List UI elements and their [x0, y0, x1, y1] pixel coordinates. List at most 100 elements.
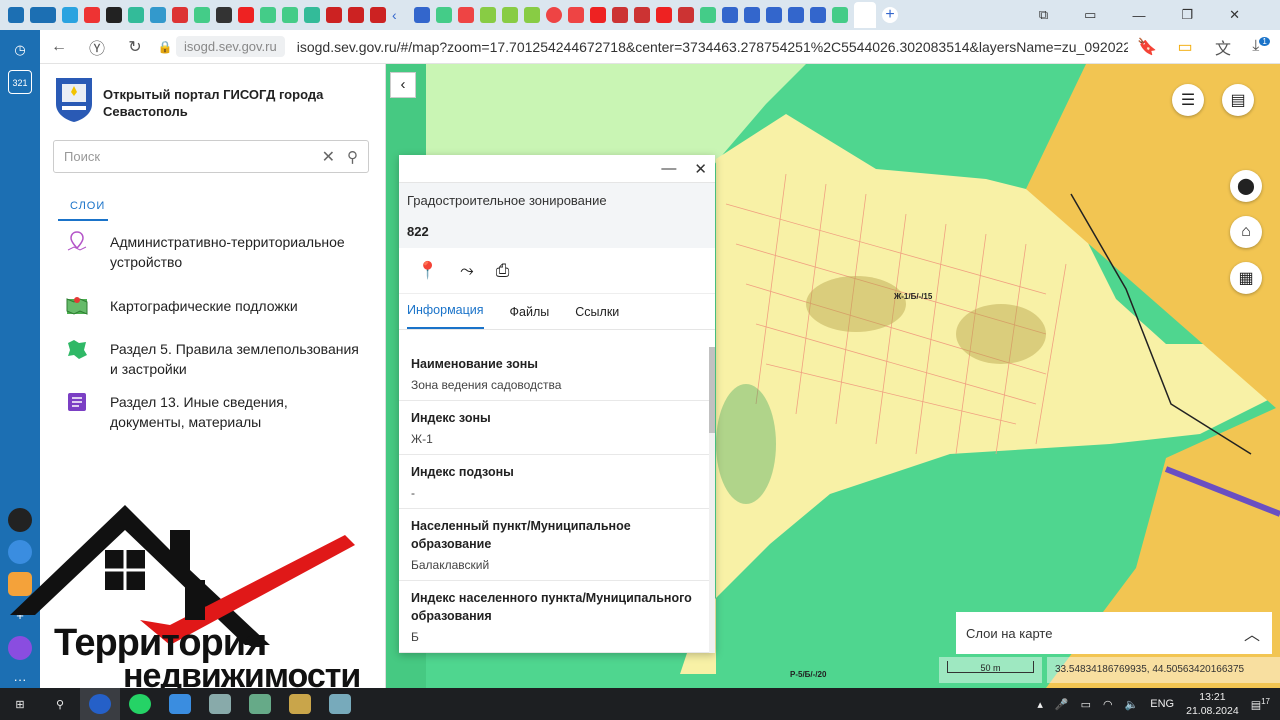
start-button[interactable]: ⊞: [0, 688, 40, 720]
tab-favicon[interactable]: [150, 7, 166, 23]
route-icon[interactable]: ⤳: [460, 261, 474, 281]
bookmark-icon[interactable]: 🔖: [1128, 37, 1166, 57]
tab-favicon[interactable]: [436, 7, 452, 23]
sidebar-badge[interactable]: 321: [8, 70, 32, 94]
reload-icon[interactable]: ↻: [116, 37, 154, 57]
chevron-left-icon[interactable]: ‹: [392, 7, 408, 23]
notifications-icon[interactable]: ▭: [1084, 7, 1096, 23]
location-button[interactable]: ⬤: [1230, 170, 1262, 202]
messenger-icon[interactable]: [8, 540, 32, 564]
tab-favicon[interactable]: [62, 7, 78, 23]
tab-favicon[interactable]: [106, 7, 122, 23]
tab-favicon[interactable]: [502, 7, 518, 23]
tab-favicon[interactable]: [128, 7, 144, 23]
restore-button[interactable]: ❐: [1181, 7, 1193, 23]
scrollbar-thumb[interactable]: [709, 347, 715, 433]
scrollbar[interactable]: [709, 347, 715, 653]
locate-feature-icon[interactable]: 📍: [417, 261, 438, 281]
notification-center-icon[interactable]: ▤17: [1251, 697, 1270, 712]
tab-favicon[interactable]: [216, 7, 232, 23]
new-tab-button[interactable]: +: [882, 7, 898, 23]
yandex-icon[interactable]: Ⓨ: [78, 35, 116, 59]
alice-icon[interactable]: [8, 636, 32, 660]
taskbar-app[interactable]: [320, 688, 360, 720]
tab-files[interactable]: Файлы: [510, 305, 550, 319]
search-button[interactable]: ⚲: [40, 688, 80, 720]
basemap-button[interactable]: ▦: [1230, 262, 1262, 294]
tab-favicon[interactable]: [304, 7, 320, 23]
tab-favicon[interactable]: [194, 7, 210, 23]
search-input[interactable]: Поиск ✕ ⚲: [53, 140, 369, 173]
tab-information[interactable]: Информация: [407, 294, 484, 329]
download-icon[interactable]: ⤓ 1: [1242, 37, 1280, 55]
battery-icon[interactable]: ▭: [1081, 698, 1091, 711]
tab-favicon[interactable]: [810, 7, 826, 23]
tab-favicon[interactable]: [546, 7, 562, 23]
site-chip[interactable]: isogd.sev.gov.ru: [176, 36, 285, 57]
translate-icon[interactable]: 文: [1204, 35, 1242, 59]
tab-favicon[interactable]: [766, 7, 782, 23]
tab-favicon[interactable]: [480, 7, 496, 23]
app-icon[interactable]: [8, 508, 32, 532]
history-icon[interactable]: ◷: [8, 38, 32, 62]
tab-manager-icon[interactable]: ⧉: [1039, 7, 1048, 23]
tab-favicon[interactable]: [414, 7, 430, 23]
tab-favicon[interactable]: [700, 7, 716, 23]
tab-favicon[interactable]: [656, 7, 672, 23]
chevron-up-icon[interactable]: ︿: [1244, 621, 1260, 645]
tab-favicon[interactable]: [788, 7, 804, 23]
active-tab[interactable]: [854, 2, 876, 28]
collapse-panel-button[interactable]: ‹: [390, 72, 416, 98]
tab-favicon[interactable]: [678, 7, 694, 23]
minimize-button[interactable]: —: [1132, 8, 1145, 23]
home-button[interactable]: ⌂: [1230, 216, 1262, 248]
print-icon[interactable]: ⎙: [496, 261, 510, 281]
layer-item-other-docs[interactable]: Раздел 13. Иные сведения, документы, мат…: [64, 392, 360, 432]
search-icon[interactable]: ⚲: [347, 148, 358, 166]
tab-layers[interactable]: СЛОИ: [70, 200, 105, 212]
alice-icon[interactable]: [8, 7, 24, 23]
layer-item-zoning-rules[interactable]: Раздел 5. Правила землепользования и зас…: [64, 339, 360, 379]
tab-favicon[interactable]: [326, 7, 342, 23]
tab-favicon[interactable]: [744, 7, 760, 23]
taskbar-yandex-browser[interactable]: [80, 688, 120, 720]
tabs-button[interactable]: [30, 7, 56, 23]
map-layers-panel[interactable]: Слои на карте ︿: [956, 612, 1272, 654]
tab-links[interactable]: Ссылки: [575, 305, 619, 319]
taskbar-app[interactable]: [160, 688, 200, 720]
clock[interactable]: 13:21 21.08.2024: [1186, 690, 1239, 718]
tray-expand-icon[interactable]: ▴: [1037, 698, 1043, 711]
tab-favicon[interactable]: [260, 7, 276, 23]
close-popup-button[interactable]: ✕: [694, 160, 707, 178]
minimize-popup-button[interactable]: —: [661, 160, 676, 177]
layer-item-admin[interactable]: Административно-территориальное устройст…: [64, 231, 360, 272]
back-icon[interactable]: ←: [40, 38, 78, 56]
tab-favicon[interactable]: [832, 7, 848, 23]
tab-favicon[interactable]: [282, 7, 298, 23]
taskbar-app[interactable]: [280, 688, 320, 720]
volume-icon[interactable]: 🔈: [1125, 698, 1139, 711]
tab-favicon[interactable]: [370, 7, 386, 23]
layer-item-basemaps[interactable]: Картографические подложки: [64, 296, 360, 318]
tab-favicon[interactable]: [612, 7, 628, 23]
menu-button[interactable]: ☰: [1172, 84, 1204, 116]
document-button[interactable]: ▤: [1222, 84, 1254, 116]
clear-icon[interactable]: ✕: [322, 147, 335, 167]
app-icon[interactable]: [8, 572, 32, 596]
close-window-button[interactable]: ✕: [1229, 7, 1240, 23]
tab-favicon[interactable]: [634, 7, 650, 23]
url-input[interactable]: isogd.sev.gov.ru/#/map?zoom=17.701254244…: [297, 39, 1128, 55]
wifi-icon[interactable]: ◠: [1103, 698, 1113, 711]
add-icon[interactable]: +: [8, 604, 32, 628]
microphone-icon[interactable]: 🎤: [1055, 698, 1069, 711]
language-indicator[interactable]: ENG: [1150, 698, 1174, 710]
tab-favicon[interactable]: [458, 7, 474, 23]
tab-favicon[interactable]: [524, 7, 540, 23]
tab-favicon[interactable]: [238, 7, 254, 23]
taskbar-app[interactable]: [240, 688, 280, 720]
taskbar-calculator[interactable]: [200, 688, 240, 720]
taskbar-whatsapp[interactable]: [120, 688, 160, 720]
tab-favicon[interactable]: [722, 7, 738, 23]
tab-favicon[interactable]: [348, 7, 364, 23]
tab-favicon[interactable]: [590, 7, 606, 23]
